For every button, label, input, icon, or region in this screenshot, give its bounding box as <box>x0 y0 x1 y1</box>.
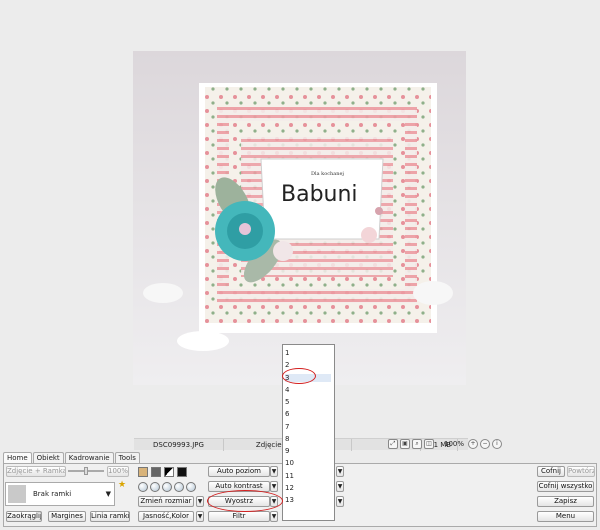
auto-level-button[interactable]: Auto poziom <box>208 466 270 477</box>
brightness-color-button[interactable]: Jasność,Kolor <box>138 511 194 522</box>
ribbon-tabs: Home Obiekt Kadrowanie Tools <box>3 452 140 463</box>
color-presets <box>138 467 187 477</box>
filter-dropdown-arrow[interactable]: ▼ <box>270 511 278 522</box>
sepia-swatch[interactable] <box>138 467 148 477</box>
rotate-left-icon[interactable] <box>138 482 148 492</box>
auto-contrast-dropdown-arrow[interactable]: ▼ <box>270 481 278 492</box>
resize-button[interactable]: Zmień rozmiar <box>138 496 194 507</box>
view-tools: ⤢ ▣ ⌕ ◫ <box>388 438 434 450</box>
sharpen-option[interactable]: 12 <box>285 484 294 492</box>
status-filename: DSC09993.JPG <box>134 438 224 451</box>
photo-canvas[interactable]: Dla kochanej Babuni <box>133 51 466 385</box>
menu-button[interactable]: Menu <box>537 511 594 522</box>
extra-dropdown-arrow-2[interactable]: ▼ <box>336 481 344 492</box>
margins-button[interactable]: Margines <box>48 511 86 522</box>
sharpen-option[interactable]: 10 <box>285 459 294 467</box>
mirror-icon[interactable] <box>174 482 184 492</box>
brightness-dropdown-arrow[interactable]: ▼ <box>196 511 204 522</box>
auto-level-dropdown-arrow[interactable]: ▼ <box>270 466 278 477</box>
annotation-ellipse-option <box>282 368 316 384</box>
filter-button[interactable]: Filtr <box>208 511 270 522</box>
straighten-icon[interactable] <box>186 482 196 492</box>
extra-dropdown-arrow-3[interactable]: ▼ <box>336 496 344 507</box>
sharpen-option[interactable]: 2 <box>285 361 289 369</box>
tab-home[interactable]: Home <box>3 452 32 463</box>
zoom-out-icon[interactable]: − <box>480 439 490 449</box>
sharpen-option[interactable]: 5 <box>285 398 289 406</box>
undo-all-button[interactable]: Cofnij wszystko <box>537 481 594 492</box>
flip-icon[interactable] <box>162 482 172 492</box>
redo-button[interactable]: Powtórz <box>567 466 595 477</box>
star-icon[interactable]: ★ <box>118 480 126 490</box>
rotate-right-icon[interactable] <box>150 482 160 492</box>
card-photo: Dla kochanej Babuni <box>133 51 466 385</box>
caption-big: Babuni <box>281 182 358 207</box>
photo-frame-button[interactable]: Zdjęcie + Ramka <box>6 466 66 477</box>
fit-icon[interactable]: ⤢ <box>388 439 398 449</box>
zoom-in-icon[interactable]: + <box>468 439 478 449</box>
frame-thumbnail <box>8 485 26 503</box>
sharpen-option[interactable]: 9 <box>285 447 289 455</box>
bw-swatch[interactable] <box>164 467 174 477</box>
rotate-tools <box>138 482 196 492</box>
sharpen-option[interactable]: 4 <box>285 386 289 394</box>
sharpen-option[interactable]: 13 <box>285 496 294 504</box>
opacity-value[interactable]: 100% <box>107 466 129 477</box>
sharpen-option[interactable]: 7 <box>285 423 289 431</box>
frame-line-button[interactable]: Linia ramki <box>90 511 130 522</box>
extra-dropdown-arrow-1[interactable]: ▼ <box>336 466 344 477</box>
tab-object[interactable]: Obiekt <box>32 452 64 463</box>
sharpen-option[interactable]: 1 <box>285 349 289 357</box>
chevron-down-icon: ▼ <box>105 490 111 498</box>
sharpen-option[interactable]: 11 <box>285 472 294 480</box>
undo-button[interactable]: Cofnij <box>537 466 565 477</box>
resize-dropdown-arrow[interactable]: ▼ <box>196 496 204 507</box>
annotation-ellipse-sharpen <box>207 490 283 512</box>
frame-name: Brak ramki <box>33 490 72 498</box>
sharpen-option[interactable]: 8 <box>285 435 289 443</box>
gray-swatch[interactable] <box>151 467 161 477</box>
opacity-slider-thumb[interactable] <box>84 467 88 475</box>
zoom-level: 100% <box>444 440 465 448</box>
zoom-controls: + − i <box>468 439 502 449</box>
frame-select[interactable]: Brak ramki ▼ <box>5 482 115 506</box>
actual-size-icon[interactable]: ◫ <box>424 439 434 449</box>
tab-tools[interactable]: Tools <box>114 452 140 463</box>
save-button[interactable]: Zapisz <box>537 496 594 507</box>
rounded-button[interactable]: Zaokrąglij <box>6 511 42 522</box>
info-icon[interactable]: i <box>492 439 502 449</box>
zoom-fit-icon[interactable]: ▣ <box>400 439 410 449</box>
black-swatch[interactable] <box>177 467 187 477</box>
caption-small: Dla kochanej <box>311 171 344 177</box>
sharpen-option[interactable]: 6 <box>285 410 289 418</box>
zoom-select-icon[interactable]: ⌕ <box>412 439 422 449</box>
tab-crop[interactable]: Kadrowanie <box>64 452 114 463</box>
